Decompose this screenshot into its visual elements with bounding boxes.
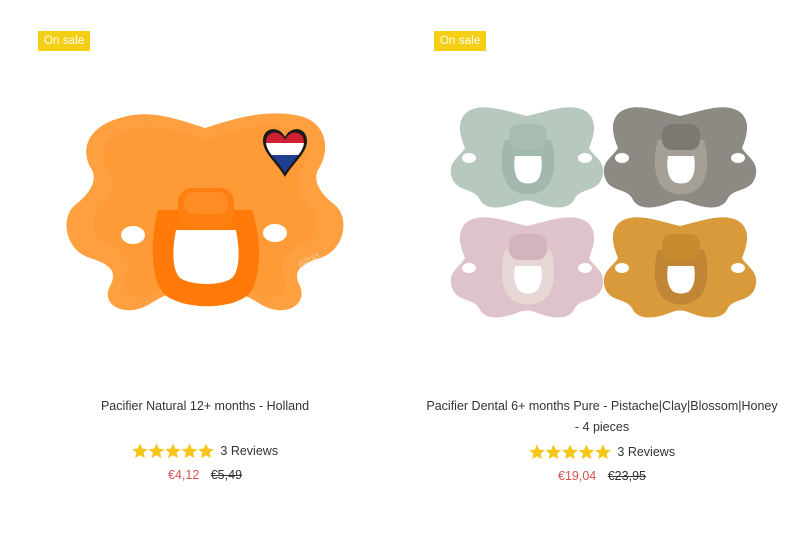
price-row: €19,04 €23,95	[410, 469, 794, 483]
orange-pacifier-icon: difrax	[66, 113, 344, 311]
product-title[interactable]: Pacifier Dental 6+ months Pure - Pistach…	[410, 396, 794, 438]
star-icon	[148, 443, 165, 459]
five-star-rating	[132, 443, 214, 459]
star-icon	[578, 444, 595, 460]
price-row: €4,12 €5,49	[0, 468, 410, 482]
star-icon	[165, 443, 181, 459]
star-icon	[181, 443, 198, 459]
sale-price: €19,04	[558, 469, 597, 483]
star-icon	[132, 443, 148, 459]
product-card-holland[interactable]: On sale difrax Pacifier Natural 12+ mont…	[0, 0, 410, 542]
on-sale-badge: On sale	[38, 31, 91, 51]
star-icon	[595, 444, 611, 460]
five-star-rating	[529, 444, 611, 460]
star-icon	[529, 444, 545, 460]
product-rating[interactable]: 3 Reviews	[410, 444, 794, 460]
product-image[interactable]	[410, 80, 794, 320]
original-price: €5,49	[210, 468, 243, 482]
product-title[interactable]: Pacifier Natural 12+ months - Holland	[0, 396, 410, 417]
product-card-dental-4-pieces[interactable]: On sale Pacifier Dental 6+ months Pure -…	[410, 0, 794, 542]
reviews-link[interactable]: 3 Reviews	[220, 444, 278, 458]
reviews-link[interactable]: 3 Reviews	[617, 445, 675, 459]
on-sale-badge: On sale	[434, 31, 487, 51]
star-icon	[562, 444, 578, 460]
product-rating[interactable]: 3 Reviews	[0, 443, 410, 459]
original-price: €23,95	[607, 469, 646, 483]
star-icon	[545, 444, 562, 460]
sale-price: €4,12	[167, 468, 200, 482]
four-pacifiers-icon	[450, 107, 757, 318]
product-image[interactable]: difrax	[0, 100, 410, 320]
star-icon	[198, 443, 214, 459]
